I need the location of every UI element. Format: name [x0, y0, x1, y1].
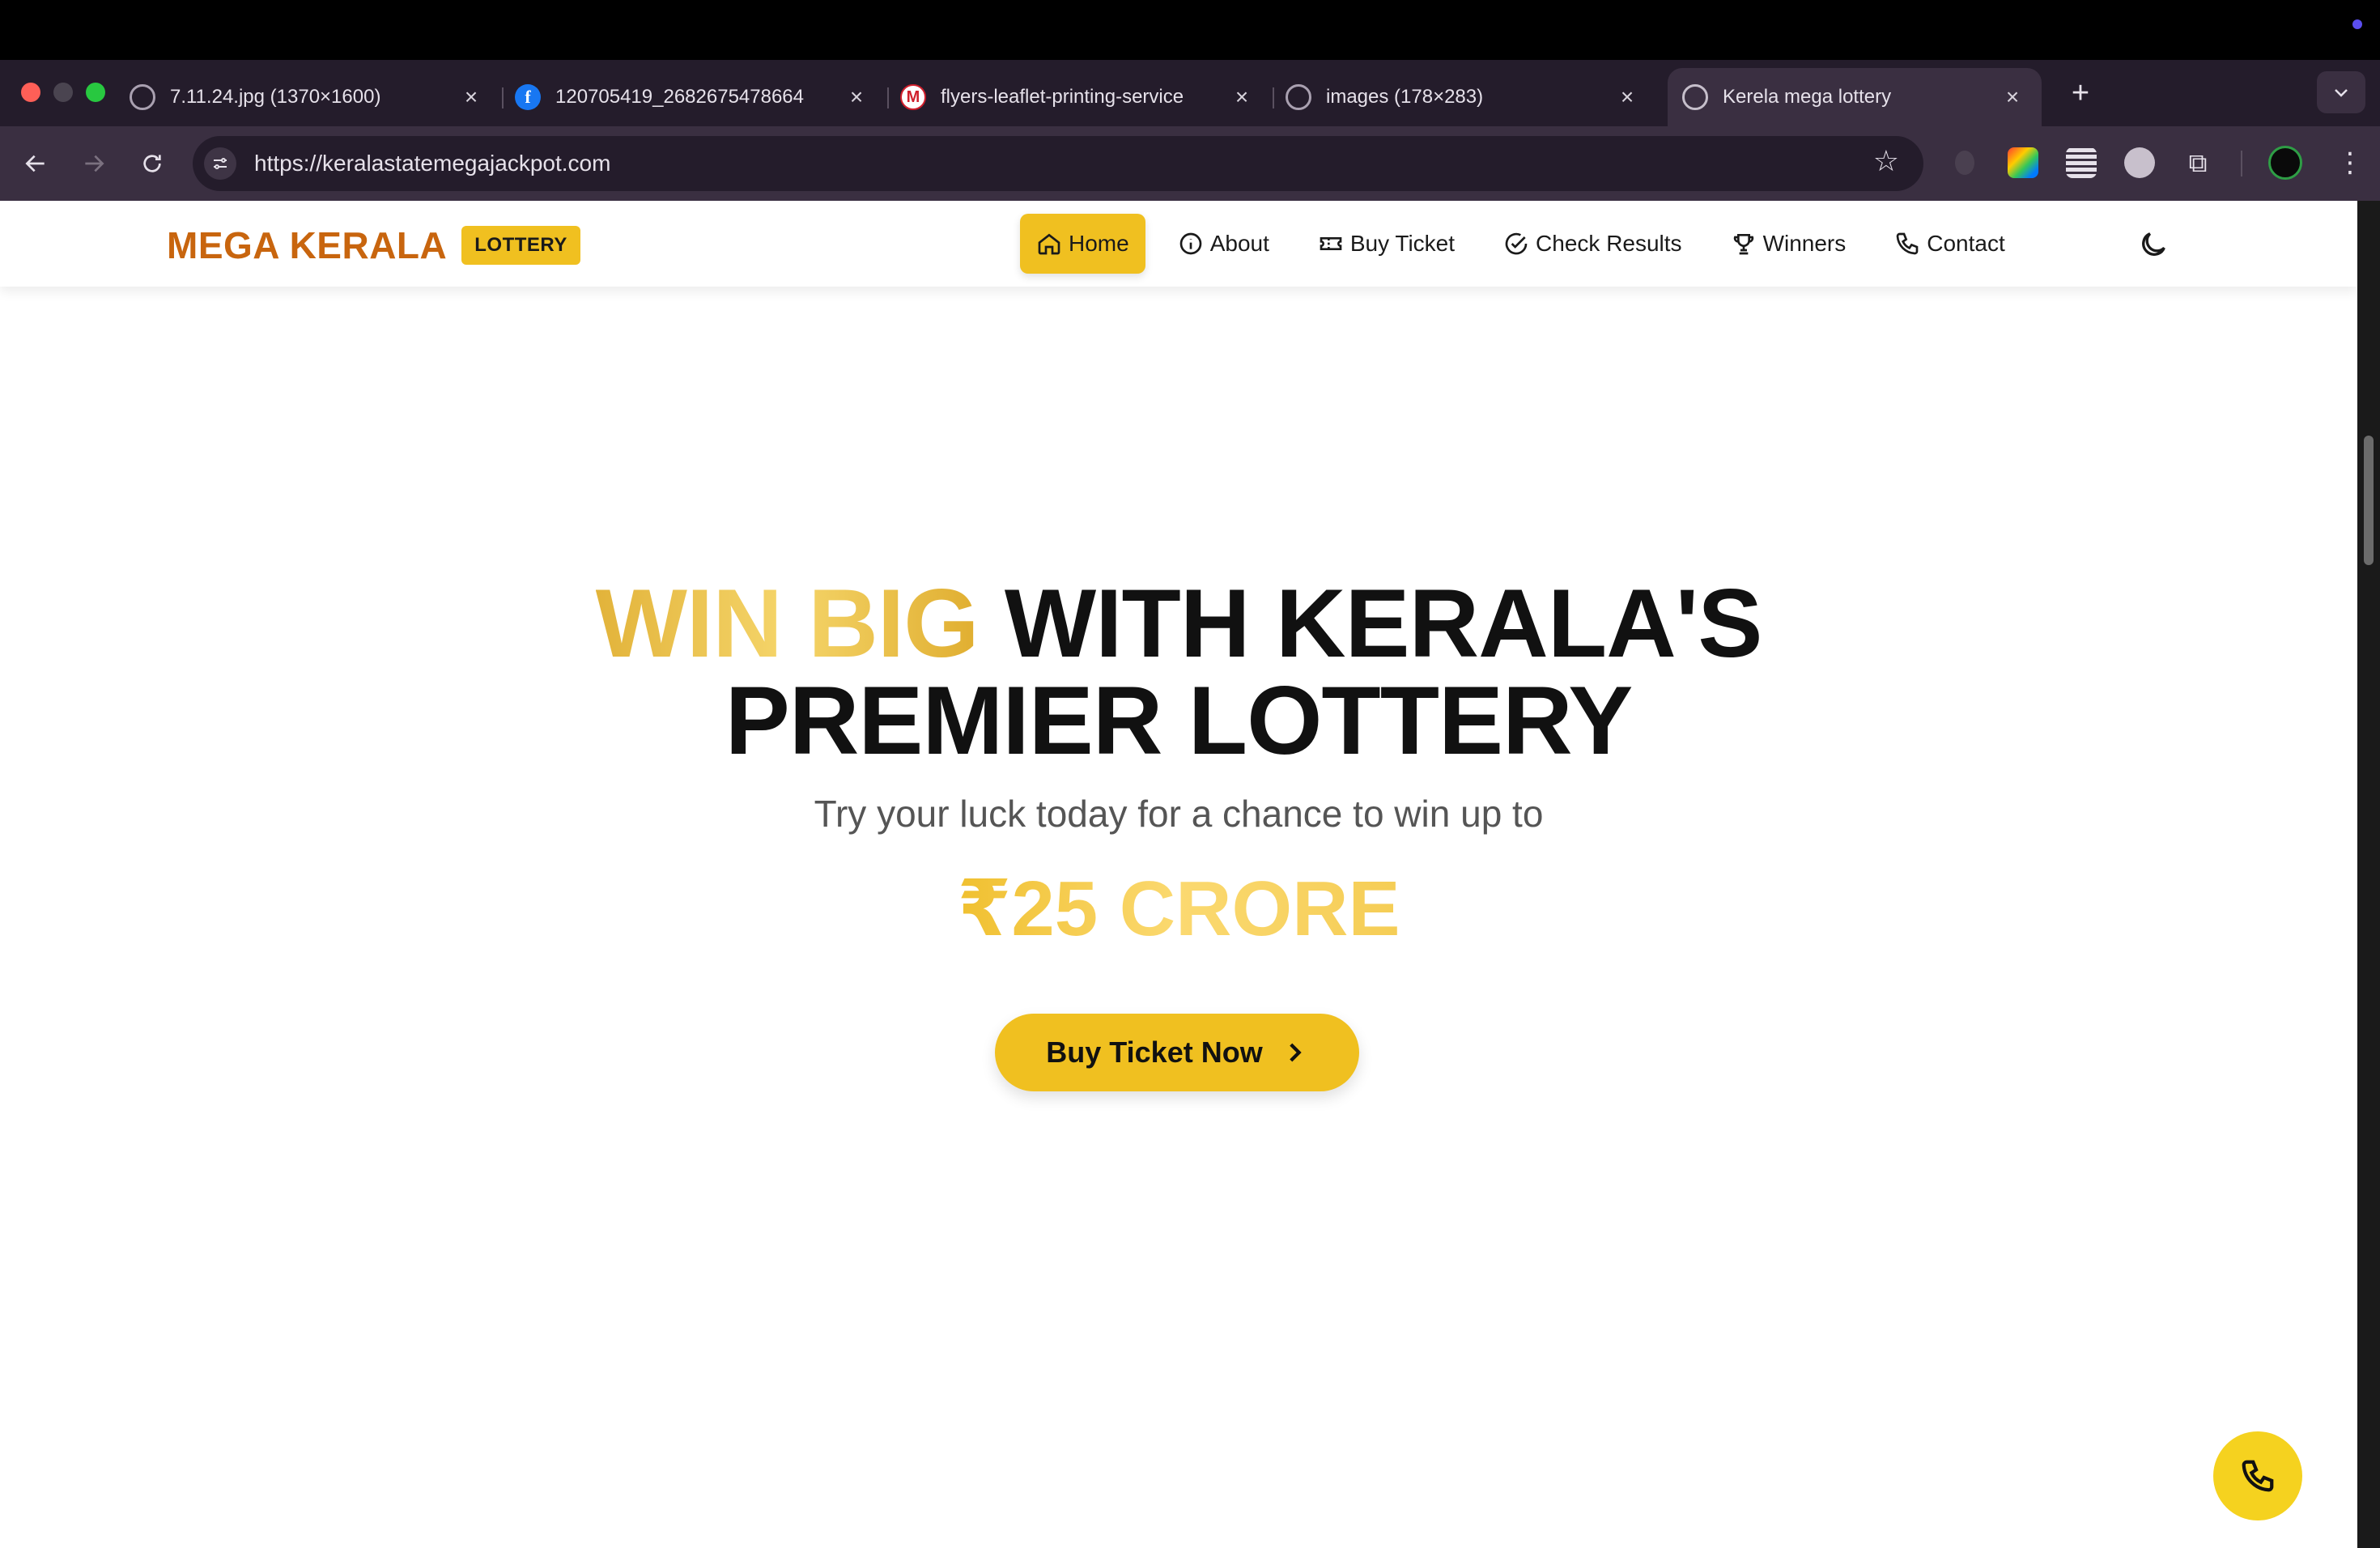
nav-item-about[interactable]: About — [1162, 214, 1286, 274]
cta-label: Buy Ticket Now — [1046, 1036, 1263, 1069]
nav-item-contact[interactable]: Contact — [1878, 214, 2021, 274]
reload-icon — [143, 155, 161, 172]
ticket-icon — [1320, 237, 1342, 250]
globe-icon — [1286, 84, 1311, 110]
hero-title: WIN BIG WITH KERALA'S PREMIER LOTTERY — [0, 575, 2357, 769]
nav-item-home[interactable]: Home — [1020, 214, 1145, 274]
m-logo-icon: M — [900, 84, 926, 110]
tab-separator — [502, 87, 504, 108]
page-scrollbar[interactable] — [2357, 201, 2380, 1548]
site-logo[interactable]: MEGA KERALA LOTTERY — [167, 223, 580, 267]
system-menubar — [0, 0, 2380, 60]
extension-mouse-icon[interactable] — [1955, 151, 1974, 175]
arrow-left-icon — [25, 155, 45, 172]
nav-item-label: Check Results — [1536, 231, 1682, 256]
extension-color-picker-icon[interactable] — [2008, 147, 2038, 178]
browser-tab[interactable]: images (178×283) × — [1286, 68, 1656, 126]
tab-title: 120705419_2682675478664 — [555, 86, 804, 108]
hero-title-highlight: WIN BIG — [595, 569, 980, 678]
scrollbar-thumb[interactable] — [2364, 436, 2374, 565]
check-circle-icon — [1505, 232, 1528, 255]
browser-tab-strip: 7.11.24.jpg (1370×1600) × f 120705419_26… — [0, 60, 2380, 126]
nav-item-label: About — [1209, 231, 1269, 256]
main-nav: Home About Buy Ticket Check Results Winn… — [1020, 214, 2038, 274]
page-viewport: MEGA KERALA LOTTERY Home About Buy Ticke… — [0, 201, 2357, 1548]
tab-close-icon[interactable]: × — [458, 84, 484, 110]
phone-icon — [1896, 232, 1919, 255]
facebook-icon: f — [515, 84, 541, 110]
hero-prize: ₹25 CRORE — [0, 865, 2357, 954]
extension-globe-icon[interactable] — [2124, 147, 2155, 178]
tab-search-button[interactable] — [2317, 71, 2365, 113]
hero-title-line2: PREMIER LOTTERY — [725, 666, 1634, 775]
moon-icon[interactable] — [2137, 228, 2170, 261]
tab-close-icon[interactable]: × — [1614, 84, 1640, 110]
bookmark-star-icon[interactable]: ☆ — [1873, 144, 1899, 178]
back-button[interactable] — [16, 144, 55, 183]
trophy-icon — [1733, 234, 1753, 255]
extension-grid-icon[interactable] — [2066, 147, 2097, 178]
nav-item-label: Winners — [1762, 231, 1847, 256]
window-zoom-button[interactable] — [86, 83, 105, 102]
browser-tab[interactable]: f 120705419_2682675478664 × — [515, 68, 889, 126]
tab-close-icon[interactable]: × — [2000, 84, 2025, 110]
nav-item-label: Buy Ticket — [1349, 231, 1456, 256]
toolbar-separator — [2241, 151, 2242, 176]
window-close-button[interactable] — [21, 83, 40, 102]
extensions-puzzle-icon[interactable]: ⧉ — [2182, 147, 2213, 178]
buy-ticket-now-button[interactable]: Buy Ticket Now — [995, 1014, 1359, 1091]
url-text[interactable]: https://keralastatemegajackpot.com — [254, 151, 610, 176]
window-minimize-button[interactable] — [53, 83, 73, 102]
site-header: MEGA KERALA LOTTERY Home About Buy Ticke… — [0, 201, 2357, 287]
status-dot — [2352, 19, 2362, 29]
nav-item-label: Home — [1069, 231, 1129, 256]
phone-icon — [2242, 1460, 2274, 1492]
call-fab-button[interactable] — [2213, 1431, 2302, 1520]
site-settings-icon[interactable] — [204, 147, 236, 180]
reload-button[interactable] — [133, 144, 172, 183]
brand-name: MEGA KERALA — [167, 224, 448, 266]
home-icon — [1038, 233, 1060, 255]
more-menu-icon[interactable]: ⋮ — [2336, 147, 2364, 178]
tab-title: Kerela mega lottery — [1723, 86, 1892, 108]
tab-close-icon[interactable]: × — [1229, 84, 1255, 110]
tab-title: images (178×283) — [1326, 86, 1484, 108]
tab-separator — [887, 87, 889, 108]
browser-toolbar: https://keralastatemegajackpot.com ☆ ⧉ ⋮ — [0, 126, 2380, 201]
tab-title: 7.11.24.jpg (1370×1600) — [170, 86, 381, 108]
new-tab-button[interactable]: + — [2064, 76, 2097, 111]
nav-item-winners[interactable]: Winners — [1715, 214, 1863, 274]
browser-tab[interactable]: M flyers-leaflet-printing-service × — [900, 68, 1274, 126]
nav-item-buy-ticket[interactable]: Buy Ticket — [1302, 214, 1471, 274]
chevron-down-icon — [2335, 89, 2348, 97]
address-bar[interactable]: https://keralastatemegajackpot.com ☆ — [193, 136, 1923, 191]
brand-badge: LOTTERY — [461, 226, 580, 265]
globe-icon — [1682, 84, 1708, 110]
nav-item-check-results[interactable]: Check Results — [1487, 214, 1698, 274]
forward-button[interactable] — [74, 144, 113, 183]
nav-item-label: Contact — [1927, 231, 2005, 256]
info-icon — [1179, 232, 1202, 255]
globe-icon — [130, 84, 155, 110]
hero-subtitle: Try your luck today for a chance to win … — [814, 793, 1544, 835]
browser-tab-active[interactable]: Kerela mega lottery × — [1668, 68, 2042, 126]
browser-tab[interactable]: 7.11.24.jpg (1370×1600) × — [130, 68, 504, 126]
profile-avatar[interactable] — [2268, 146, 2302, 180]
tab-separator — [1273, 87, 1274, 108]
arrow-right-icon — [85, 155, 104, 172]
prize-amount: ₹25 CRORE — [957, 865, 1400, 952]
chevron-right-icon — [1289, 1043, 1302, 1062]
tab-close-icon[interactable]: × — [844, 84, 869, 110]
tab-title: flyers-leaflet-printing-service — [941, 86, 1184, 108]
hero-title-rest: WITH KERALA'S — [978, 569, 1762, 678]
